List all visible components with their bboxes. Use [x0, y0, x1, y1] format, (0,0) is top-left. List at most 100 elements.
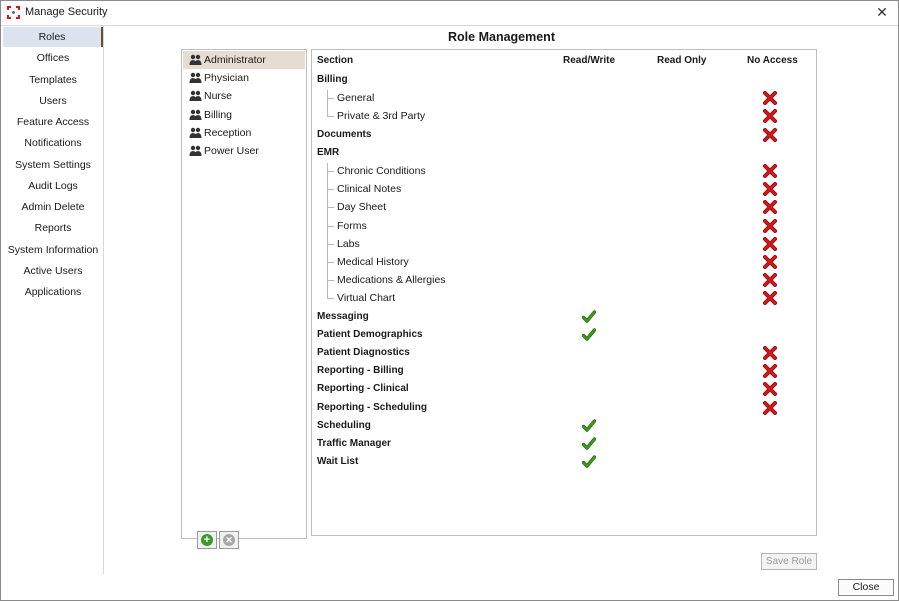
tree-connector	[327, 290, 328, 299]
red-x-icon[interactable]	[763, 164, 777, 178]
permission-row-medications-allergies: Medications & Allergies	[337, 274, 446, 287]
permission-row-chronic-conditions: Chronic Conditions	[337, 165, 426, 177]
role-item-physician[interactable]: Physician	[183, 69, 305, 87]
users-icon	[189, 145, 202, 156]
role-list: Administrator Physician Nurse Billing Recept…	[181, 49, 307, 539]
tree-connector	[327, 199, 328, 218]
red-x-icon[interactable]	[763, 109, 777, 124]
red-x-icon[interactable]	[763, 291, 777, 306]
red-x-icon[interactable]	[763, 364, 777, 379]
sidebar-item-roles[interactable]: Roles	[3, 27, 103, 47]
red-x-icon[interactable]	[763, 182, 777, 197]
red-x-icon[interactable]	[763, 346, 777, 360]
sidebar-item-admin-delete[interactable]: Admin Delete	[3, 197, 103, 217]
tree-connector	[327, 262, 334, 263]
role-label: Power User	[204, 145, 259, 157]
permission-row-patient-diagnostics: Patient Diagnostics	[317, 347, 410, 358]
red-x-icon[interactable]	[763, 127, 777, 142]
role-item-billing[interactable]: Billing	[183, 106, 305, 124]
permission-row-billing: Billing	[317, 74, 348, 85]
permission-row-reporting-clinical: Reporting - Clinical	[317, 383, 409, 395]
sidebar-item-reports[interactable]: Reports	[3, 218, 103, 238]
permission-row-scheduling: Scheduling	[317, 419, 371, 431]
role-label: Reception	[204, 126, 252, 139]
permission-row-medical-history: Medical History	[337, 256, 409, 268]
red-x-icon[interactable]	[763, 400, 777, 415]
red-x-icon[interactable]	[763, 236, 777, 251]
sidebar-item-templates[interactable]: Templates	[3, 70, 103, 90]
permission-row-messaging: Messaging	[317, 310, 369, 322]
tree-connector	[327, 98, 334, 100]
tree-connector	[327, 171, 334, 172]
sidebar: Roles Offices Templates Users Feature Access…	[1, 26, 104, 574]
permission-row-patient-demographics: Patient Demographics	[317, 328, 423, 340]
tree-connector	[327, 225, 334, 227]
tree-connector	[327, 243, 334, 245]
remove-role-button[interactable]: ✕	[219, 531, 239, 549]
tree-connector	[327, 116, 334, 118]
permission-row-general: General	[337, 92, 375, 105]
sidebar-item-offices[interactable]: Offices	[3, 48, 103, 68]
red-x-icon[interactable]	[763, 91, 777, 106]
permissions-table: Section Read/Write Read Only No Access B…	[311, 49, 817, 536]
permission-row-wait-list: Wait List	[317, 456, 359, 468]
permission-row-reporting-billing: Reporting - Billing	[317, 365, 404, 377]
permission-row-labs: Labs	[337, 237, 360, 250]
manage-security-window: Manage Security ✕ Roles Offices Templates U…	[0, 0, 899, 601]
role-label: Nurse	[204, 90, 233, 103]
tree-connector	[327, 90, 328, 109]
tree-connector	[327, 108, 328, 117]
check-icon[interactable]	[582, 437, 596, 451]
tree-connector	[327, 163, 328, 182]
plus-circle-icon: +	[201, 534, 213, 546]
header-read-only: Read Only	[657, 55, 707, 66]
sidebar-item-system-settings[interactable]: System Settings	[3, 155, 103, 175]
add-role-button[interactable]: +	[197, 531, 217, 549]
role-item-administrator[interactable]: Administrator	[183, 51, 305, 69]
sidebar-item-notifications[interactable]: Notifications	[3, 133, 103, 153]
header-read-write: Read/Write	[563, 55, 616, 66]
red-x-icon[interactable]	[763, 200, 777, 215]
sidebar-item-audit-logs[interactable]: Audit Logs	[3, 176, 103, 196]
header-section: Section	[317, 55, 354, 66]
permission-row-day-sheet: Day Sheet	[337, 201, 387, 214]
red-x-icon[interactable]	[763, 218, 777, 233]
tree-connector	[327, 298, 334, 300]
sidebar-item-feature-access[interactable]: Feature Access	[3, 112, 103, 132]
permission-row-emr: EMR	[317, 146, 340, 158]
page-title: Role Management	[448, 30, 555, 44]
tree-connector	[327, 217, 328, 236]
red-x-icon[interactable]	[763, 255, 777, 269]
red-x-icon[interactable]	[763, 382, 777, 397]
check-icon[interactable]	[582, 455, 596, 469]
title-bar: Manage Security ✕	[1, 1, 898, 26]
sidebar-item-system-information[interactable]: System Information	[3, 240, 103, 260]
sidebar-item-active-users[interactable]: Active Users	[3, 261, 103, 281]
app-logo-icon	[7, 6, 20, 19]
tree-connector	[327, 181, 328, 200]
red-x-icon[interactable]	[763, 273, 777, 288]
x-circle-icon: ✕	[223, 534, 235, 546]
tree-connector	[327, 207, 334, 209]
users-icon	[189, 72, 202, 84]
permission-row-documents: Documents	[317, 128, 372, 140]
close-button[interactable]: Close	[838, 579, 894, 596]
role-item-nurse[interactable]: Nurse	[183, 87, 305, 105]
sidebar-item-applications[interactable]: Applications	[3, 282, 103, 302]
role-item-power-user[interactable]: Power User	[183, 142, 305, 160]
check-icon[interactable]	[582, 309, 596, 324]
close-icon[interactable]: ✕	[874, 4, 890, 20]
permission-row-clinical-notes: Clinical Notes	[337, 183, 402, 196]
permission-row-forms: Forms	[337, 219, 367, 232]
users-icon	[189, 127, 202, 138]
check-icon[interactable]	[582, 328, 596, 342]
permission-row-reporting-scheduling: Reporting - Scheduling	[317, 401, 427, 413]
permission-row-virtual-chart: Virtual Chart	[337, 292, 396, 305]
users-icon	[189, 91, 202, 102]
sidebar-item-users[interactable]: Users	[3, 91, 103, 111]
check-icon[interactable]	[582, 419, 596, 433]
header-no-access: No Access	[747, 55, 798, 66]
tree-connector	[327, 235, 328, 254]
save-role-button[interactable]: Save Role	[761, 553, 817, 570]
role-item-reception[interactable]: Reception	[183, 124, 305, 142]
